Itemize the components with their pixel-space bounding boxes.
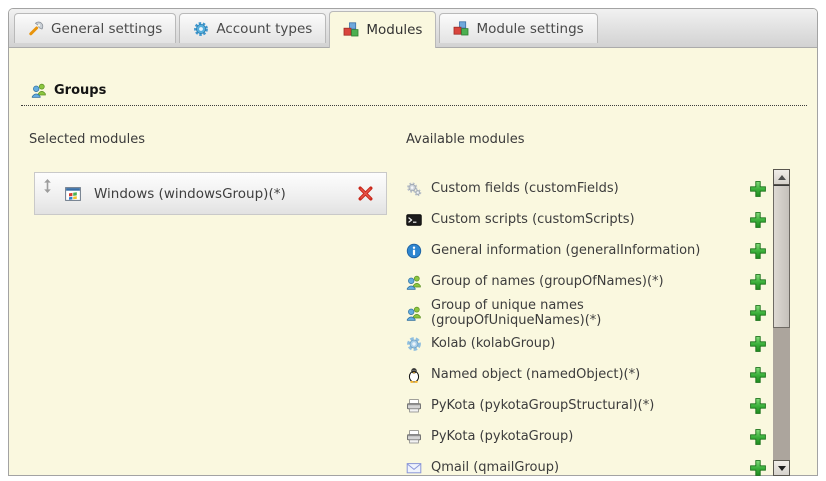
up-arrow-icon	[778, 175, 786, 180]
settings-panel: General settings Account types Modules Modu…	[8, 8, 818, 476]
available-module-row: Named object (namedObject)(*)	[406, 359, 773, 390]
scrollbar-track[interactable]	[773, 328, 790, 460]
add-module-button[interactable]	[749, 459, 767, 477]
module-label: Custom fields (customFields)	[431, 181, 619, 196]
modules-icon	[453, 21, 469, 37]
add-module-button[interactable]	[749, 211, 767, 229]
drag-handle[interactable]	[43, 178, 52, 194]
module-label: PyKota (pykotaGroup)	[431, 429, 573, 444]
printer-icon	[406, 398, 422, 414]
mail-icon	[406, 460, 422, 476]
tab-label: Account types	[216, 21, 312, 37]
available-module-row: PyKota (pykotaGroup)	[406, 421, 773, 452]
available-module-row: General information (generalInformation)	[406, 235, 773, 266]
page: General settings Account types Modules Modu…	[0, 0, 826, 481]
module-label: Qmail (qmailGroup)	[431, 460, 559, 475]
available-module-row: Group of names (groupOfNames)(*)	[406, 266, 773, 297]
printer-icon	[406, 429, 422, 445]
add-module-button[interactable]	[749, 397, 767, 415]
down-arrow-icon	[778, 466, 786, 471]
selected-module-row: Windows (windowsGroup)(*)	[34, 172, 387, 215]
available-module-row: PyKota (pykotaGroupStructural)(*)	[406, 390, 773, 421]
remove-module-button[interactable]	[357, 185, 374, 202]
terminal-icon	[406, 212, 422, 228]
section-header: Groups	[21, 82, 807, 106]
section-title: Groups	[54, 83, 106, 98]
add-module-button[interactable]	[749, 273, 767, 291]
selected-modules-heading: Selected modules	[29, 131, 395, 148]
penguin-icon	[406, 367, 422, 383]
module-label: Named object (namedObject)(*)	[431, 367, 640, 382]
available-module-row: Custom fields (customFields)	[406, 173, 773, 204]
available-module-row: Group of unique names (groupOfUniqueName…	[406, 297, 773, 328]
wrench-icon	[28, 21, 44, 37]
group-icon	[406, 274, 422, 290]
module-label: General information (generalInformation)	[431, 243, 700, 258]
module-label: PyKota (pykotaGroupStructural)(*)	[431, 398, 654, 413]
scrollbar-down-button[interactable]	[773, 460, 790, 476]
add-module-button[interactable]	[749, 242, 767, 260]
available-modules-heading: Available modules	[406, 131, 790, 148]
available-modules-scrollbar[interactable]	[773, 169, 790, 476]
module-label: Windows (windowsGroup)(*)	[94, 186, 357, 202]
tab-bar: General settings Account types Modules Modu…	[9, 9, 817, 48]
scrollbar-up-button[interactable]	[773, 169, 790, 185]
module-label: Group of names (groupOfNames)(*)	[431, 274, 664, 289]
add-module-button[interactable]	[749, 304, 767, 322]
add-module-button[interactable]	[749, 366, 767, 384]
kolab-icon	[406, 336, 422, 352]
group-icon	[406, 305, 422, 321]
tab-general-settings[interactable]: General settings	[14, 13, 176, 43]
selected-modules-list: Windows (windowsGroup)(*)	[34, 172, 395, 215]
tab-modules[interactable]: Modules	[329, 11, 436, 48]
module-label: Group of unique names (groupOfUniqueName…	[431, 298, 718, 328]
info-icon	[406, 243, 422, 259]
module-label: Custom scripts (customScripts)	[431, 212, 635, 227]
tab-module-settings[interactable]: Module settings	[439, 13, 597, 43]
windows-icon	[65, 186, 81, 202]
module-label: Kolab (kolabGroup)	[431, 336, 555, 351]
available-modules-list: Custom fields (customFields) Custom scrip…	[406, 169, 773, 481]
tab-account-types[interactable]: Account types	[179, 13, 326, 43]
add-module-button[interactable]	[749, 428, 767, 446]
add-module-button[interactable]	[749, 180, 767, 198]
tab-label: Module settings	[476, 21, 583, 37]
tab-label: General settings	[51, 21, 162, 37]
add-module-button[interactable]	[749, 335, 767, 353]
available-module-row: Qmail (qmailGroup)	[406, 452, 773, 481]
modules-icon	[343, 22, 359, 38]
gears-icon	[406, 181, 422, 197]
scrollbar-thumb[interactable]	[773, 185, 790, 328]
available-modules-body: Custom fields (customFields) Custom scrip…	[406, 169, 790, 481]
groups-icon	[31, 82, 47, 98]
available-modules-column: Available modules Custom fields (customF…	[406, 131, 790, 481]
selected-modules-column: Selected modules Windows (windowsGroup)(…	[29, 131, 395, 215]
available-module-row: Kolab (kolabGroup)	[406, 328, 773, 359]
available-module-row: Custom scripts (customScripts)	[406, 204, 773, 235]
gear-icon	[193, 21, 209, 37]
tab-label: Modules	[366, 22, 422, 38]
